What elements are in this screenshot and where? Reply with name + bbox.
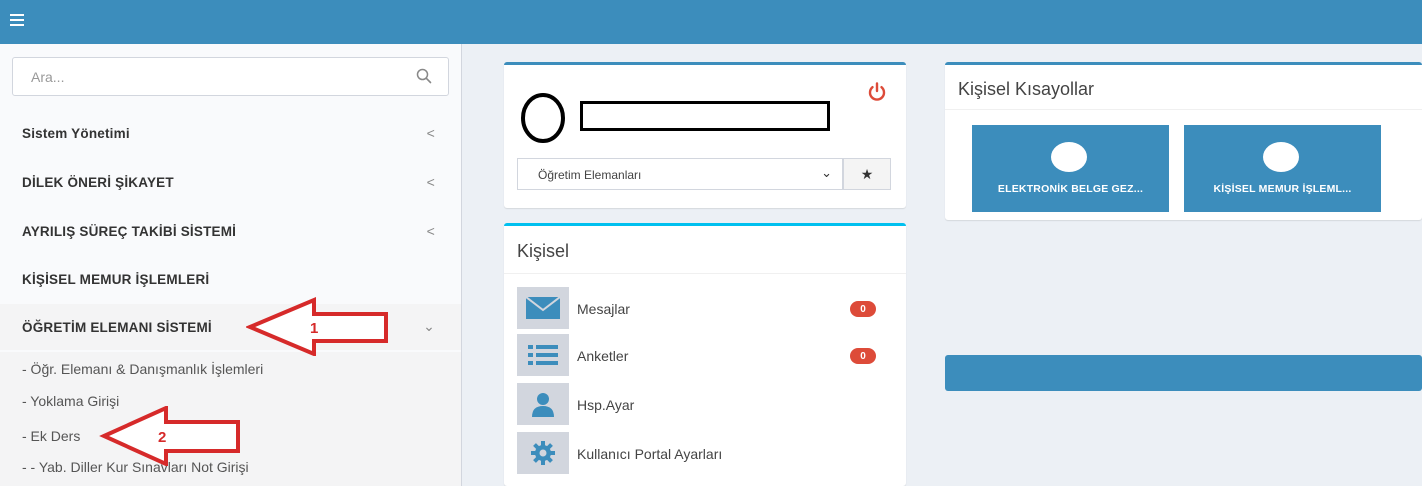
survey-count-badge: 0	[850, 348, 876, 364]
shortcuts-card-title: Kişisel Kısayollar	[958, 79, 1095, 99]
sidebar-item-sistem-yonetimi[interactable]: Sistem Yönetimi <	[0, 110, 461, 156]
sidebar-item-label: AYRILIŞ SÜREÇ TAKİBİ SİSTEMİ	[22, 223, 237, 239]
chevron-left-icon: <	[426, 174, 435, 190]
chevron-down-icon: ⌄	[821, 165, 832, 180]
shortcut-tile-label: KİŞİSEL MEMUR İŞLEML...	[1213, 183, 1352, 195]
shortcuts-card: Kişisel Kısayollar ELEKTRONİK BELGE GEZ.…	[945, 62, 1422, 220]
divider	[504, 273, 906, 274]
personal-row-label: Mesajlar	[577, 301, 630, 317]
role-select-value: Öğretim Elemanları	[538, 168, 642, 182]
annotation-number: 2	[158, 429, 166, 446]
power-icon[interactable]	[866, 81, 888, 103]
search-icon[interactable]	[416, 68, 432, 84]
personal-row-label: Hsp.Ayar	[577, 397, 635, 413]
personal-card-title: Kişisel	[517, 241, 570, 261]
submenu-item-ek-ders[interactable]: - Ek Ders	[22, 428, 80, 444]
submenu-item-danismanlik[interactable]: - Öğr. Elemanı & Danışmanlık İşlemleri	[22, 361, 263, 377]
personal-row-hsp-ayar[interactable]: Hsp.Ayar	[517, 383, 892, 427]
shortcut-tile-elektronik-belge[interactable]: ELEKTRONİK BELGE GEZ...	[972, 125, 1169, 212]
collapsed-panel-header[interactable]	[945, 355, 1422, 391]
sidebar-item-label: KİŞİSEL MEMUR İŞLEMLERİ	[22, 271, 210, 287]
top-navbar	[0, 0, 1422, 44]
user-icon	[517, 383, 569, 425]
envelope-icon	[517, 287, 569, 329]
sidebar-search	[12, 57, 449, 96]
annotation-arrow-2: 2	[99, 406, 240, 466]
annotation-number: 1	[310, 320, 318, 337]
message-count-badge: 0	[850, 301, 876, 317]
hamburger-icon[interactable]	[10, 10, 34, 30]
gear-icon	[517, 432, 569, 474]
chevron-left-icon: <	[426, 125, 435, 141]
profile-card: Öğretim Elemanları ⌄ ★	[504, 62, 906, 208]
chevron-left-icon: <	[426, 223, 435, 239]
shortcut-tile-kisisel-memur[interactable]: KİŞİSEL MEMUR İŞLEML...	[1184, 125, 1381, 212]
sidebar-item-ayrilis-surec[interactable]: AYRILIŞ SÜREÇ TAKİBİ SİSTEMİ <	[0, 208, 461, 254]
avatar	[521, 93, 565, 143]
chevron-down-icon: ⌄	[423, 318, 435, 334]
sidebar-item-dilek-oneri-sikayet[interactable]: DİLEK ÖNERİ ŞİKAYET <	[0, 159, 461, 205]
sidebar-item-label: Sistem Yönetimi	[22, 125, 130, 141]
tile-icon	[1263, 142, 1299, 172]
sidebar-item-label: ÖĞRETİM ELEMANI SİSTEMİ	[22, 319, 212, 335]
personal-row-mesajlar[interactable]: Mesajlar 0	[517, 287, 892, 331]
role-select[interactable]: Öğretim Elemanları ⌄	[517, 158, 843, 190]
shortcut-tile-label: ELEKTRONİK BELGE GEZ...	[997, 183, 1144, 195]
divider	[945, 109, 1422, 110]
redacted-name	[580, 101, 830, 131]
personal-row-label: Anketler	[577, 348, 629, 364]
personal-card: Kişisel Mesajlar 0 Anketler 0 Hsp.Ayar K…	[504, 223, 906, 486]
annotation-arrow-1: 1	[246, 296, 388, 356]
favorite-button[interactable]: ★	[843, 158, 891, 190]
personal-row-portal-ayarlari[interactable]: Kullanıcı Portal Ayarları	[517, 432, 892, 476]
tile-icon	[1051, 142, 1087, 172]
personal-row-anketler[interactable]: Anketler 0	[517, 334, 892, 378]
list-icon	[517, 334, 569, 376]
personal-row-label: Kullanıcı Portal Ayarları	[577, 446, 723, 462]
search-input[interactable]	[13, 58, 403, 95]
sidebar-item-label: DİLEK ÖNERİ ŞİKAYET	[22, 174, 174, 190]
